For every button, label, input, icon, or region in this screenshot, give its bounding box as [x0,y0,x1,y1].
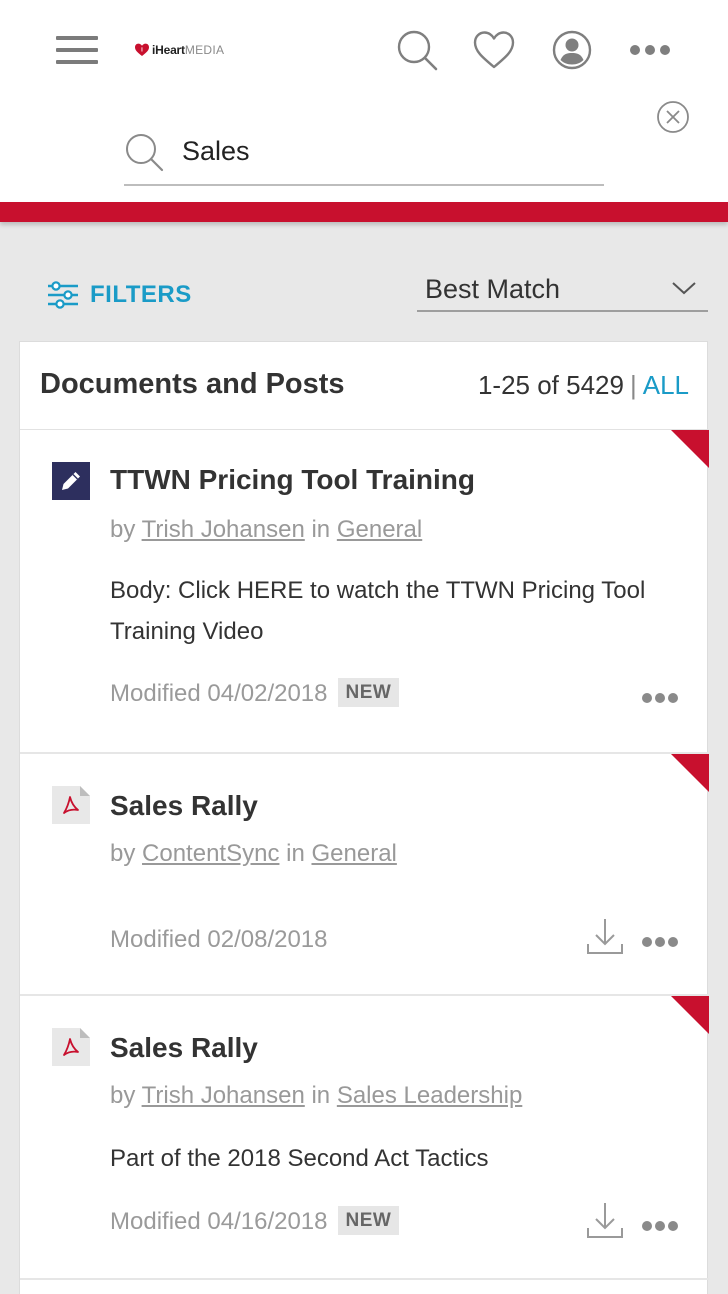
result-title[interactable]: Sales Rally [110,790,258,822]
more-icon[interactable] [641,1220,679,1232]
results-count: 1-25 of 5429 | ALL [478,370,689,401]
by-prefix: by [110,516,136,543]
results-header: Documents and Posts 1-25 of 5429 | ALL [20,342,709,430]
results-card: Documents and Posts 1-25 of 5429 | ALL TTW… [19,341,709,1294]
results-title: Documents and Posts [40,368,345,400]
close-circle-icon[interactable] [656,100,690,134]
search-bar [124,126,604,186]
search-icon[interactable] [395,28,439,72]
all-results-link[interactable]: ALL [643,370,689,400]
new-badge: NEW [337,678,400,708]
chevron-down-icon [672,282,696,295]
accent-bar [0,202,728,222]
results-range: 1-25 of 5429 [477,370,624,400]
result-body: Body: Click HERE to watch the TTWN Prici… [110,577,646,645]
place-link[interactable]: Sales Leadership [337,1082,522,1109]
result-byline: by ContentSync in General [110,840,397,868]
modified-date: Modified 04/16/2018 [110,1208,328,1235]
result-title[interactable]: Sales Rally [110,1032,258,1064]
iheartmedia-logo[interactable]: i iHeart MEDIA [134,40,224,60]
new-badge: NEW [337,1206,400,1236]
search-input[interactable] [182,132,582,170]
filters-button[interactable]: FILTERS [46,280,192,310]
modified-date: Modified 02/08/2018 [110,926,328,953]
unread-corner-marker [671,996,709,1034]
more-icon[interactable] [628,28,672,72]
author-link[interactable]: Trish Johansen [142,516,305,543]
by-prefix: by [110,840,136,867]
more-icon[interactable] [641,936,679,948]
sort-dropdown[interactable]: Best Match [417,270,708,312]
result-modified: Modified 04/02/2018 NEW [110,678,400,709]
result-modified: Modified 04/16/2018 NEW [110,1206,400,1237]
result-byline: by Trish Johansen in General [110,516,422,544]
pdf-icon [52,1028,90,1066]
search-field-icon [126,134,164,172]
download-icon[interactable] [585,916,625,956]
pencil-icon [52,462,90,500]
filters-label: FILTERS [90,281,192,308]
download-icon[interactable] [585,1200,625,1240]
in-prefix: in [311,516,331,543]
result-byline: by Trish Johansen in Sales Leadership [110,1082,522,1110]
place-link[interactable]: General [311,840,396,867]
result-item[interactable]: TTWN Pricing Tool Training by Trish Joha… [20,430,709,754]
result-item[interactable]: Sales Rally by Trish Johansen in Sales L… [20,996,709,1280]
unread-corner-marker [671,430,709,468]
author-link[interactable]: ContentSync [142,840,279,867]
pdf-icon [52,786,90,824]
author-link[interactable]: Trish Johansen [142,1082,305,1109]
divider: | [629,370,637,400]
brand-secondary: MEDIA [184,43,225,57]
app-header: i iHeart MEDIA [0,0,728,202]
unread-corner-marker [671,754,709,792]
heart-icon[interactable] [472,28,516,72]
modified-date: Modified 04/02/2018 [110,680,328,707]
brand-primary: iHeart [152,43,185,57]
iheart-logo-icon: i [135,43,149,56]
place-link[interactable]: General [337,516,422,543]
more-icon[interactable] [641,692,679,704]
result-body: Part of the 2018 Second Act Tactics [110,1145,489,1172]
in-prefix: in [286,840,305,867]
result-modified: Modified 02/08/2018 [110,926,328,954]
result-item[interactable]: Sales Rally by ContentSync in General Mo… [20,754,709,996]
hamburger-menu-icon[interactable] [56,36,98,66]
in-prefix: in [311,1082,331,1109]
sort-selected-value: Best Match [425,274,561,304]
result-title[interactable]: TTWN Pricing Tool Training [110,464,475,496]
by-prefix: by [110,1082,136,1109]
sliders-icon [48,281,78,309]
user-icon[interactable] [550,28,594,72]
